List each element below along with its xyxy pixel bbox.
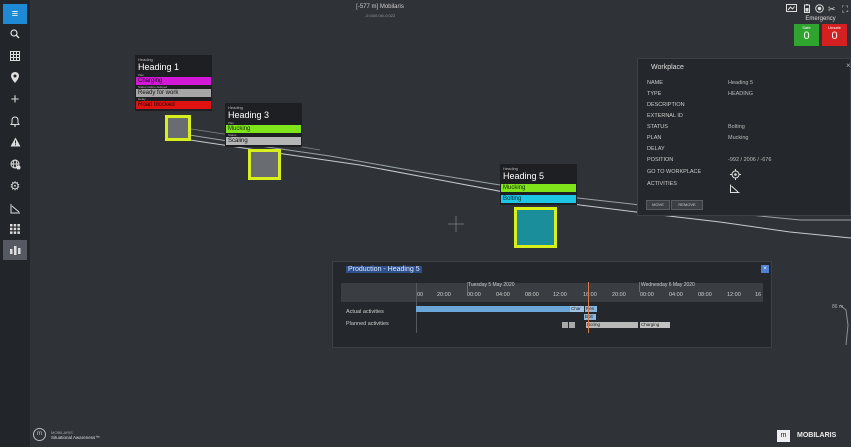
row-key: DELAY — [647, 146, 665, 152]
tick-label: 00 — [417, 292, 424, 298]
row-value: HEADING — [728, 91, 754, 97]
delay-bar: Road blocked — [136, 101, 211, 109]
workplace-row-description: DESCRIPTION — [647, 102, 847, 110]
workplace-row-status: STATUS Bolting — [647, 124, 847, 132]
move-button[interactable]: MOVE — [646, 200, 670, 210]
heading-5-marker[interactable] — [514, 207, 557, 248]
heading-1-marker[interactable] — [165, 115, 191, 141]
tick-label: 12:00 — [727, 292, 741, 298]
row-value: -992 / 2006 / -676 — [728, 157, 772, 163]
status-bar: Ready for work — [136, 89, 211, 97]
activities-slope-icon[interactable] — [730, 180, 740, 198]
tick-label: 08:00 — [525, 292, 539, 298]
production-panel: Production - Heading 5 × Tuesday 5 May 2… — [332, 261, 772, 348]
date-1: Tuesday 5 May 2020 — [468, 282, 515, 288]
row-key: PLAN — [647, 135, 662, 141]
row-key: NAME — [647, 80, 663, 86]
row-key: POSITION — [647, 157, 674, 163]
plan-bar: Mucking — [226, 125, 301, 133]
row-key: GO TO WORKPLACE — [647, 169, 702, 175]
production-title: Production - Heading 5 — [346, 266, 422, 273]
heading-3-marker[interactable] — [248, 149, 281, 180]
date-2: Wednesday 6 May 2020 — [641, 282, 695, 288]
workplace-row-go-to: GO TO WORKPLACE — [647, 169, 847, 177]
mobilaris-mark-icon: m — [777, 430, 790, 442]
row-value: Heading 5 — [728, 80, 754, 86]
planned-activity-segment[interactable] — [569, 322, 575, 328]
planned-activity-segment[interactable] — [562, 322, 568, 328]
current-time-line — [588, 282, 589, 333]
tick-label: 16:00 — [583, 292, 597, 298]
workplace-row-delay: DELAY — [647, 146, 847, 154]
workplace-row-name: NAME Heading 5 — [647, 80, 847, 88]
planned-activities-label: Planned activities — [346, 321, 389, 327]
remove-button[interactable]: REMOVE — [671, 200, 703, 210]
workplace-row-activities: ACTIVITIES — [647, 181, 847, 189]
workplace-row-type: TYPE HEADING — [647, 91, 847, 99]
heading-5-card[interactable]: Heading Heading 5 Mucking Bolting — [500, 164, 577, 205]
workplace-panel: Workplace × NAME Heading 5 TYPE HEADING DE… — [637, 58, 851, 216]
tick-label: 00:00 — [467, 292, 481, 298]
footer-product: Situational Awareness™ — [51, 435, 100, 440]
row-key: TYPE — [647, 91, 662, 97]
tick-label: 20:00 — [612, 292, 626, 298]
actual-activity-segment[interactable] — [416, 306, 570, 312]
actual-activity-segment[interactable]: Res — [585, 306, 597, 312]
status-bar: Scaling — [226, 137, 301, 145]
footer-right-brand: MOBILARIS — [797, 432, 837, 439]
actual-activity-segment[interactable]: Bolt — [584, 314, 596, 320]
card-name: Heading 5 — [503, 171, 545, 181]
tick-label: 04:00 — [496, 292, 510, 298]
card-name: Heading 1 — [138, 62, 180, 72]
card-name: Heading 3 — [228, 110, 270, 120]
heading-1-card[interactable]: Heading Heading 1 Plan Charging Status b… — [135, 55, 212, 111]
planned-activity-segment[interactable]: Boring — [586, 322, 638, 328]
workplace-row-position: POSITION -992 / 2006 / -676 — [647, 157, 847, 165]
row-key: STATUS — [647, 124, 668, 130]
heading-3-card[interactable]: Heading Heading 3 Plan Mucking Status Sc… — [225, 103, 302, 147]
row-key: ACTIVITIES — [647, 181, 677, 187]
close-icon[interactable]: × — [761, 265, 769, 273]
tick-label: 00:00 — [640, 292, 654, 298]
tick-label: 16 — [755, 292, 762, 298]
workplace-row-plan: PLAN Mucking — [647, 135, 847, 143]
row-key: EXTERNAL ID — [647, 113, 683, 119]
row-value: Bolting — [728, 124, 745, 130]
actual-activities-label: Actual activities — [346, 309, 384, 315]
tick-label: 20:00 — [437, 292, 451, 298]
day-divider — [467, 282, 468, 292]
day-divider — [639, 282, 640, 292]
row-value: Mucking — [728, 135, 749, 141]
close-icon[interactable]: × — [846, 61, 851, 70]
row-key: DESCRIPTION — [647, 102, 685, 108]
tick-label: 12:00 — [553, 292, 567, 298]
tick-label: 04:00 — [669, 292, 683, 298]
tick-label: 08:00 — [698, 292, 712, 298]
workplace-title: Workplace — [651, 64, 684, 71]
plan-bar: Charging — [136, 77, 211, 85]
actual-activity-segment[interactable]: Char — [570, 306, 584, 312]
scale-label: 86 m — [832, 304, 844, 310]
planned-activity-segment[interactable]: Charging — [640, 322, 670, 328]
plan-bar: Mucking — [501, 184, 576, 192]
mobilaris-logo-icon: m — [33, 428, 46, 441]
status-bar: Bolting — [501, 195, 576, 203]
workplace-row-external-id: EXTERNAL ID — [647, 113, 847, 121]
